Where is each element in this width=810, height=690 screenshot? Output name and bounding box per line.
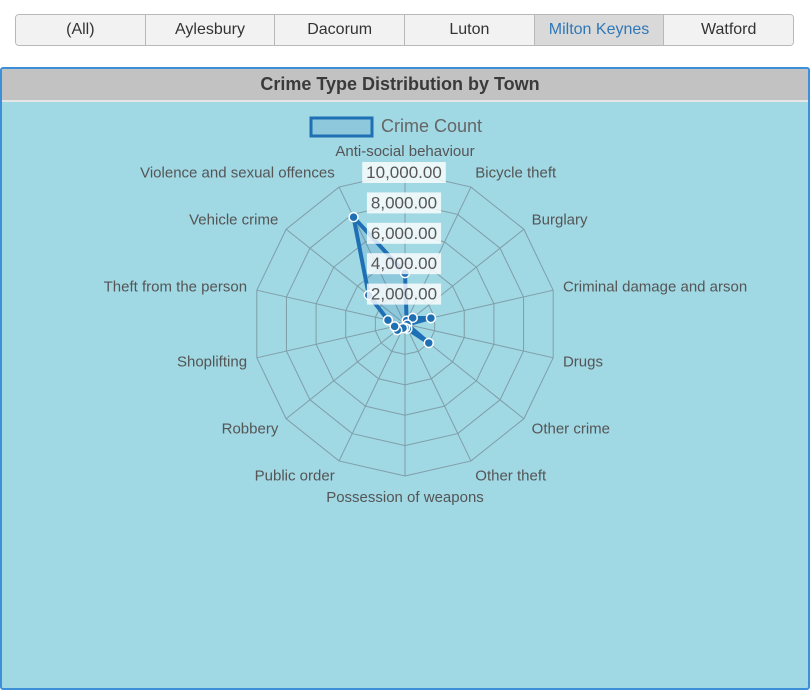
radial-tick-label: 6,000.00 — [371, 224, 437, 243]
category-label: Shoplifting — [177, 353, 247, 370]
radial-tick-label: 4,000.00 — [371, 254, 437, 273]
category-label: Public order — [255, 467, 335, 484]
data-point — [423, 337, 435, 349]
category-label: Robbery — [222, 421, 279, 438]
legend-swatch — [309, 116, 374, 138]
category-label: Criminal damage and arson — [563, 279, 747, 296]
category-label: Drugs — [563, 353, 603, 370]
radial-tick-label: 8,000.00 — [371, 193, 437, 212]
category-label: Burglary — [532, 211, 588, 228]
data-point — [425, 312, 437, 324]
category-label: Violence and sexual offences — [140, 165, 335, 182]
radar-chart: Anti-social behaviourBicycle theft Burgla… — [104, 116, 748, 506]
category-label: Possession of weapons — [326, 489, 484, 506]
category-label: Other theft — [475, 467, 547, 484]
data-point — [348, 211, 359, 223]
category-label: Anti-social behaviour — [335, 143, 474, 160]
legend-label: Crime Count — [381, 116, 482, 136]
radial-tick-label: 10,000.00 — [366, 163, 442, 182]
data-point — [382, 314, 394, 326]
category-label: Theft from the person — [104, 279, 247, 296]
category-label: Vehicle crime — [189, 211, 278, 228]
radial-tick-label: 2,000.00 — [371, 285, 437, 304]
category-label: Bicycle theft — [475, 165, 557, 182]
grid-spoke — [256, 323, 406, 359]
category-label: Other crime — [532, 421, 610, 438]
